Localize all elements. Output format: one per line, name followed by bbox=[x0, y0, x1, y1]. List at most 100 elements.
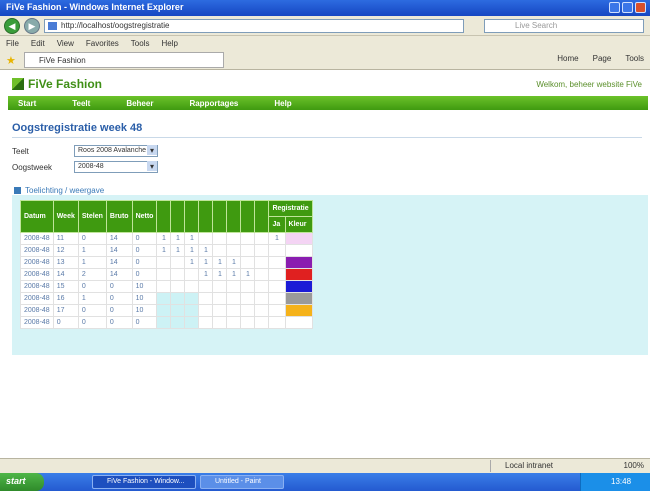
slot-cell[interactable] bbox=[254, 232, 270, 245]
slot-cell[interactable]: 1 bbox=[156, 244, 172, 257]
slot-cell[interactable] bbox=[212, 292, 228, 305]
slot-cell[interactable] bbox=[212, 232, 228, 245]
search-input[interactable]: Live Search bbox=[484, 19, 644, 33]
slot-cell[interactable] bbox=[240, 244, 256, 257]
slot-cell[interactable] bbox=[198, 232, 214, 245]
slot-cell[interactable] bbox=[184, 292, 200, 305]
slot-cell[interactable] bbox=[226, 316, 242, 329]
slot-cell[interactable] bbox=[212, 244, 228, 257]
table-row[interactable]: 2008-48 17 0 0 10 bbox=[20, 304, 313, 317]
registration-check[interactable] bbox=[268, 304, 286, 317]
slot-cell[interactable] bbox=[170, 256, 186, 269]
slot-cell[interactable] bbox=[254, 244, 270, 257]
slot-cell[interactable]: 1 bbox=[198, 268, 214, 281]
table-row[interactable]: 2008-48 12 1 14 0 1 1 1 1 bbox=[20, 244, 313, 257]
slot-cell[interactable]: 1 bbox=[184, 232, 200, 245]
menu-edit[interactable]: Edit bbox=[31, 39, 45, 48]
slot-cell[interactable] bbox=[156, 304, 172, 317]
slot-cell[interactable] bbox=[254, 256, 270, 269]
table-row[interactable]: 2008-48 13 1 14 0 1 1 1 1 bbox=[20, 256, 313, 269]
slot-cell[interactable] bbox=[226, 244, 242, 257]
slot-cell[interactable] bbox=[254, 316, 270, 329]
start-button[interactable]: start bbox=[0, 473, 44, 491]
slot-cell[interactable] bbox=[156, 280, 172, 293]
browser-tab[interactable]: FiVe Fashion bbox=[24, 52, 224, 68]
menu-help[interactable]: Help bbox=[161, 39, 177, 48]
registration-check[interactable] bbox=[268, 268, 286, 281]
slot-cell[interactable] bbox=[170, 316, 186, 329]
slot-cell[interactable] bbox=[184, 280, 200, 293]
slot-cell[interactable] bbox=[170, 304, 186, 317]
nav-teelt[interactable]: Teelt bbox=[72, 99, 90, 108]
slot-cell[interactable] bbox=[240, 316, 256, 329]
slot-cell[interactable] bbox=[184, 316, 200, 329]
oogstweek-select[interactable]: 2008-48 bbox=[74, 161, 158, 173]
registration-check[interactable] bbox=[268, 292, 286, 305]
slot-cell[interactable] bbox=[212, 280, 228, 293]
registration-check[interactable] bbox=[268, 256, 286, 269]
slot-cell[interactable] bbox=[226, 304, 242, 317]
back-button[interactable]: ◀ bbox=[4, 17, 20, 34]
slot-cell[interactable]: 1 bbox=[212, 268, 228, 281]
registration-check[interactable] bbox=[268, 280, 286, 293]
slot-cell[interactable] bbox=[240, 256, 256, 269]
slot-cell[interactable] bbox=[212, 316, 228, 329]
maximize-button[interactable] bbox=[622, 2, 633, 13]
slot-cell[interactable] bbox=[226, 232, 242, 245]
slot-cell[interactable] bbox=[198, 280, 214, 293]
registration-check[interactable] bbox=[268, 316, 286, 329]
slot-cell[interactable]: 1 bbox=[226, 256, 242, 269]
table-row[interactable]: 2008-48 0 0 0 0 bbox=[20, 316, 313, 329]
slot-cell[interactable] bbox=[240, 292, 256, 305]
slot-cell[interactable] bbox=[198, 316, 214, 329]
slot-cell[interactable] bbox=[226, 292, 242, 305]
slot-cell[interactable] bbox=[156, 256, 172, 269]
slot-cell[interactable]: 1 bbox=[198, 244, 214, 257]
nav-start[interactable]: Start bbox=[18, 99, 36, 108]
slot-cell[interactable] bbox=[170, 292, 186, 305]
slot-cell[interactable]: 1 bbox=[198, 256, 214, 269]
slot-cell[interactable] bbox=[254, 304, 270, 317]
slot-cell[interactable] bbox=[254, 292, 270, 305]
table-row[interactable]: 2008-48 11 0 14 0 1 1 1 1 bbox=[20, 232, 313, 245]
menu-view[interactable]: View bbox=[57, 39, 74, 48]
slot-cell[interactable] bbox=[156, 268, 172, 281]
slot-cell[interactable]: 1 bbox=[170, 244, 186, 257]
page-menu[interactable]: Page bbox=[593, 54, 612, 63]
slot-cell[interactable] bbox=[212, 304, 228, 317]
nav-help[interactable]: Help bbox=[274, 99, 291, 108]
slot-cell[interactable]: 1 bbox=[240, 268, 256, 281]
menu-favorites[interactable]: Favorites bbox=[86, 39, 119, 48]
slot-cell[interactable] bbox=[184, 304, 200, 317]
slot-cell[interactable]: 1 bbox=[226, 268, 242, 281]
zoom-level[interactable]: 100% bbox=[624, 460, 644, 472]
forward-button[interactable]: ▶ bbox=[24, 17, 40, 34]
slot-cell[interactable] bbox=[184, 268, 200, 281]
user-welcome[interactable]: Welkom, beheer website FiVe bbox=[536, 80, 642, 89]
slot-cell[interactable] bbox=[254, 268, 270, 281]
home-button[interactable]: Home bbox=[557, 54, 578, 63]
table-row[interactable]: 2008-48 14 2 14 0 1 1 1 1 bbox=[20, 268, 313, 281]
slot-cell[interactable] bbox=[254, 280, 270, 293]
table-row[interactable]: 2008-48 16 1 0 10 bbox=[20, 292, 313, 305]
slot-cell[interactable] bbox=[170, 280, 186, 293]
address-bar[interactable]: http://localhost/oogstregistratie bbox=[44, 18, 464, 33]
slot-cell[interactable] bbox=[156, 316, 172, 329]
slot-cell[interactable]: 1 bbox=[184, 244, 200, 257]
table-row[interactable]: 2008-48 15 0 0 10 bbox=[20, 280, 313, 293]
slot-cell[interactable]: 1 bbox=[212, 256, 228, 269]
favorites-star-icon[interactable]: ★ bbox=[6, 54, 16, 67]
registration-check[interactable]: 1 bbox=[268, 232, 286, 245]
slot-cell[interactable] bbox=[170, 268, 186, 281]
slot-cell[interactable] bbox=[198, 292, 214, 305]
tools-menu[interactable]: Tools bbox=[625, 54, 644, 63]
minimize-button[interactable] bbox=[609, 2, 620, 13]
teelt-select[interactable]: Roos 2008 Avalanche bbox=[74, 145, 158, 157]
slot-cell[interactable] bbox=[240, 232, 256, 245]
nav-beheer[interactable]: Beheer bbox=[126, 99, 153, 108]
taskbar-item-paint[interactable]: Untitled - Paint bbox=[200, 475, 284, 489]
registration-check[interactable] bbox=[268, 244, 286, 257]
taskbar-item-browser[interactable]: FiVe Fashion - Window... bbox=[92, 475, 196, 489]
slot-cell[interactable] bbox=[240, 280, 256, 293]
slot-cell[interactable]: 1 bbox=[156, 232, 172, 245]
